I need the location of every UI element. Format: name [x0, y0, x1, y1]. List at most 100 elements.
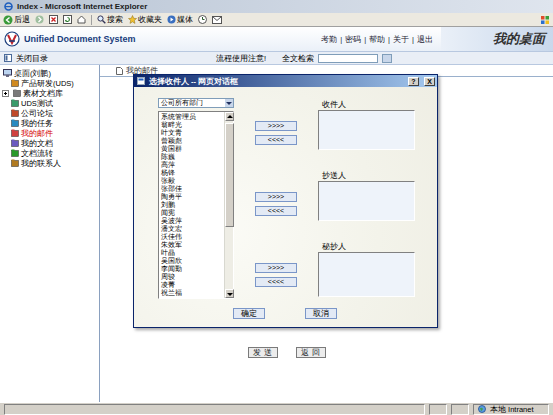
person-option[interactable]: 陶勇平 [159, 193, 224, 201]
close-button[interactable]: X [424, 77, 435, 86]
person-option[interactable]: 叶文青 [159, 129, 224, 137]
status-bar: 本地 Intranet [0, 402, 553, 415]
person-option[interactable]: 杨锋 [159, 169, 224, 177]
person-option[interactable]: 张邵佳 [159, 185, 224, 193]
browser-toolbar: 后退 搜索收藏夹媒体 [0, 13, 553, 27]
recipient-dialog: 选择收件人 -- 网页对话框 ? X 公司所有部门 系统管理员翁畔光叶文青曾颖彪… [133, 74, 438, 328]
header-link[interactable]: 关于 [393, 35, 409, 44]
person-option[interactable]: 祝兰福 [159, 289, 224, 297]
add-button[interactable]: >>>> [255, 121, 297, 131]
person-option[interactable]: 翁畔光 [159, 121, 224, 129]
status-text-cell [4, 404, 425, 415]
remove-button[interactable]: <<<< [255, 135, 297, 145]
person-option[interactable]: 周骏 [159, 273, 224, 281]
dialog-icon [137, 77, 145, 85]
add-button[interactable]: >>>> [255, 192, 297, 202]
zone-label: 本地 Intranet [490, 405, 534, 414]
recipient-listbox[interactable] [318, 181, 415, 221]
help-button[interactable]: ? [408, 77, 419, 86]
person-option[interactable]: 吴波萍 [159, 217, 224, 225]
recipient-listbox[interactable] [318, 252, 415, 297]
refresh-button[interactable] [63, 15, 72, 24]
add-button[interactable]: >>>> [255, 263, 297, 273]
person-option[interactable]: 高萍 [159, 161, 224, 169]
scroll-track[interactable] [225, 121, 233, 289]
person-option[interactable]: 李闻勤 [159, 265, 224, 273]
ok-button[interactable]: 确定 [233, 308, 265, 319]
status-cell [429, 404, 447, 415]
sidebar-item[interactable]: 素材文档库 [0, 88, 99, 98]
person-option[interactable]: 沃佳伟 [159, 233, 224, 241]
person-option[interactable]: 闻宪 [159, 209, 224, 217]
history-button[interactable] [198, 15, 207, 24]
app-brand: Unified Document System [0, 31, 136, 47]
person-option[interactable]: 曾颖彪 [159, 137, 224, 145]
status-cell [451, 404, 469, 415]
person-option[interactable]: 叶晶 [159, 249, 224, 257]
sidebar-item[interactable]: 我的任务 [0, 118, 99, 128]
media-icon [167, 15, 176, 24]
person-option[interactable]: 系统管理员 [159, 113, 224, 121]
notice-link[interactable]: 流程使用注意! [216, 54, 266, 63]
sidebar-item[interactable]: 桌面(刘鹏) [0, 68, 99, 78]
recipient-group: 收件人 [318, 98, 415, 152]
sidebar-label: 素材文档库 [23, 89, 63, 98]
person-option[interactable]: 张毅 [159, 177, 224, 185]
recipient-group: 抄送人 [318, 169, 415, 223]
sidebar-item[interactable]: 产品研发(UDS) [0, 78, 99, 88]
sidebar-item[interactable]: 文档流转 [0, 148, 99, 158]
person-option[interactable]: 潘文宏 [159, 225, 224, 233]
search-field[interactable] [318, 54, 378, 63]
mail-icon [212, 16, 222, 24]
person-option[interactable]: 朱效军 [159, 241, 224, 249]
mail-button[interactable] [212, 16, 222, 24]
stop-button[interactable] [49, 15, 58, 24]
cancel-button[interactable]: 取消 [305, 308, 337, 319]
send-button[interactable]: 发 送 [248, 347, 278, 358]
sidebar-item[interactable]: 我的文档 [0, 138, 99, 148]
remove-button[interactable]: <<<< [255, 206, 297, 216]
person-option[interactable]: 陈巍 [159, 153, 224, 161]
department-select[interactable]: 公司所有部门 [158, 98, 234, 108]
sidebar-label: 我的邮件 [21, 129, 53, 138]
toolbar-button[interactable]: 搜索 [97, 15, 123, 24]
sidebar-item[interactable]: 我的邮件 [0, 128, 99, 138]
scroll-thumb[interactable] [225, 123, 234, 227]
header-link[interactable]: 帮助 [369, 35, 385, 44]
person-option[interactable]: 刘鹏 [159, 201, 224, 209]
sidebar-item[interactable]: 公司论坛 [0, 108, 99, 118]
department-value: 公司所有部门 [161, 99, 203, 107]
desktop-icon [3, 69, 12, 77]
toolbar-button[interactable]: 媒体 [167, 15, 193, 24]
stop-icon [49, 15, 58, 24]
scroll-down-icon[interactable] [225, 289, 234, 298]
dropdown-icon[interactable] [225, 99, 233, 107]
people-scrollbar[interactable] [224, 112, 233, 298]
app-header: Unified Document System 考勤|密码|帮助|关于|退出 我… [0, 27, 553, 52]
sidebar-item[interactable]: 我的联系人 [0, 158, 99, 168]
folder-icon [11, 119, 19, 127]
back-button[interactable]: 后退 [3, 15, 30, 25]
toggle-label[interactable]: 关闭目录 [16, 54, 48, 63]
header-link[interactable]: 退出 [417, 35, 433, 44]
toolbar-button[interactable]: 收藏夹 [128, 15, 162, 24]
person-option[interactable]: 凌菁 [159, 281, 224, 289]
header-link[interactable]: 密码 [345, 35, 361, 44]
remove-button[interactable]: <<<< [255, 277, 297, 287]
recipient-listbox[interactable] [318, 110, 415, 150]
person-option[interactable]: 吴国欣 [159, 257, 224, 265]
forward-button[interactable] [35, 15, 44, 24]
expand-icon[interactable] [2, 90, 9, 97]
back-button[interactable]: 返 回 [296, 347, 326, 358]
sidebar-label: 我的任务 [21, 119, 53, 128]
home-button[interactable] [77, 15, 86, 24]
sidebar-item[interactable]: UDS测试 [0, 98, 99, 108]
person-option[interactable]: 黄国群 [159, 145, 224, 153]
scroll-up-icon[interactable] [225, 112, 234, 121]
sidebar-label: 产品研发(UDS) [21, 79, 74, 88]
search-button[interactable] [382, 54, 392, 63]
globe-icon [478, 405, 486, 413]
people-listbox[interactable]: 系统管理员翁畔光叶文青曾颖彪黄国群陈巍高萍杨锋张毅张邵佳陶勇平刘鹏闻宪吴波萍潘文… [158, 111, 234, 299]
toggle-directory[interactable]: 关闭目录 [0, 54, 200, 63]
header-link[interactable]: 考勤 [321, 35, 337, 44]
